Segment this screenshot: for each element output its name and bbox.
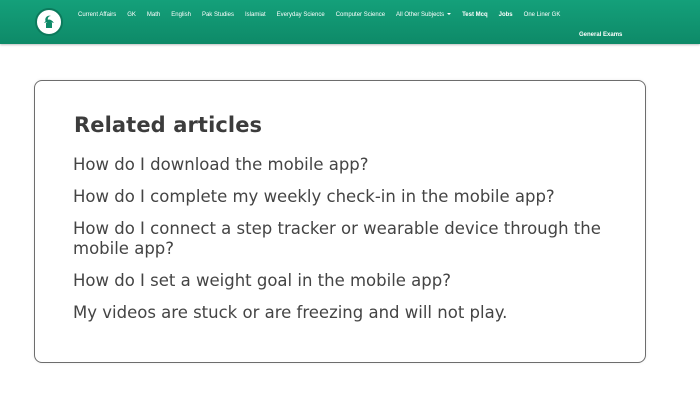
nav-item-all-other-subjects[interactable]: All Other Subjects (396, 10, 452, 20)
top-navbar: Current Affairs GK Math English Pak Stud… (0, 0, 700, 44)
related-articles-card: Related articles How do I download the m… (34, 80, 646, 363)
related-article-link[interactable]: My videos are stuck or are freezing and … (73, 303, 618, 323)
nav-item-gk[interactable]: GK (127, 10, 136, 20)
main-nav: Current Affairs GK Math English Pak Stud… (78, 10, 571, 20)
nav-item-all-other-subjects-label: All Other Subjects (396, 12, 445, 18)
nav-item-test-mcq[interactable]: Test Mcq (462, 10, 488, 20)
related-article-link[interactable]: How do I complete my weekly check-in in … (73, 187, 618, 207)
caret-down-icon (447, 13, 452, 16)
site-logo-icon[interactable] (35, 8, 63, 36)
nav-item-one-liner-gk[interactable]: One Liner GK (524, 10, 561, 20)
nav-item-current-affairs[interactable]: Current Affairs (78, 10, 116, 20)
related-article-link[interactable]: How do I connect a step tracker or weara… (73, 219, 618, 259)
nav-item-jobs[interactable]: Jobs (499, 10, 513, 20)
related-articles-title: Related articles (74, 113, 263, 137)
nav-item-computer-science[interactable]: Computer Science (336, 10, 385, 20)
nav-item-islamiat[interactable]: Islamiat (245, 10, 266, 20)
nav-item-math[interactable]: Math (147, 10, 160, 20)
related-article-link[interactable]: How do I set a weight goal in the mobile… (73, 271, 618, 291)
nav-item-everyday-science[interactable]: Everyday Science (277, 10, 325, 20)
nav-item-pak-studies[interactable]: Pak Studies (202, 10, 234, 20)
nav-item-general-exams[interactable]: General Exams (579, 32, 622, 38)
related-articles-list: How do I download the mobile app? How do… (73, 155, 618, 335)
related-article-link[interactable]: How do I download the mobile app? (73, 155, 618, 175)
nav-item-english[interactable]: English (171, 10, 191, 20)
